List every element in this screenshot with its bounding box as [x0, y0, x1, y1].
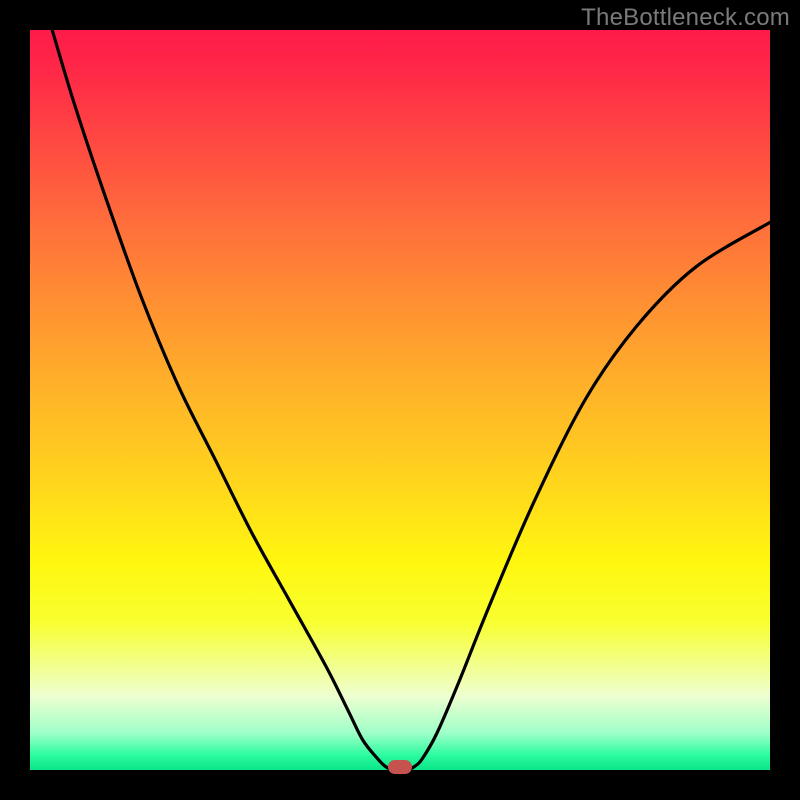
curve-svg — [30, 30, 770, 770]
chart-frame: TheBottleneck.com — [0, 0, 800, 800]
plot-area — [30, 30, 770, 770]
watermark-text: TheBottleneck.com — [581, 4, 790, 32]
bottleneck-curve — [52, 30, 770, 770]
optimum-marker — [388, 760, 412, 774]
